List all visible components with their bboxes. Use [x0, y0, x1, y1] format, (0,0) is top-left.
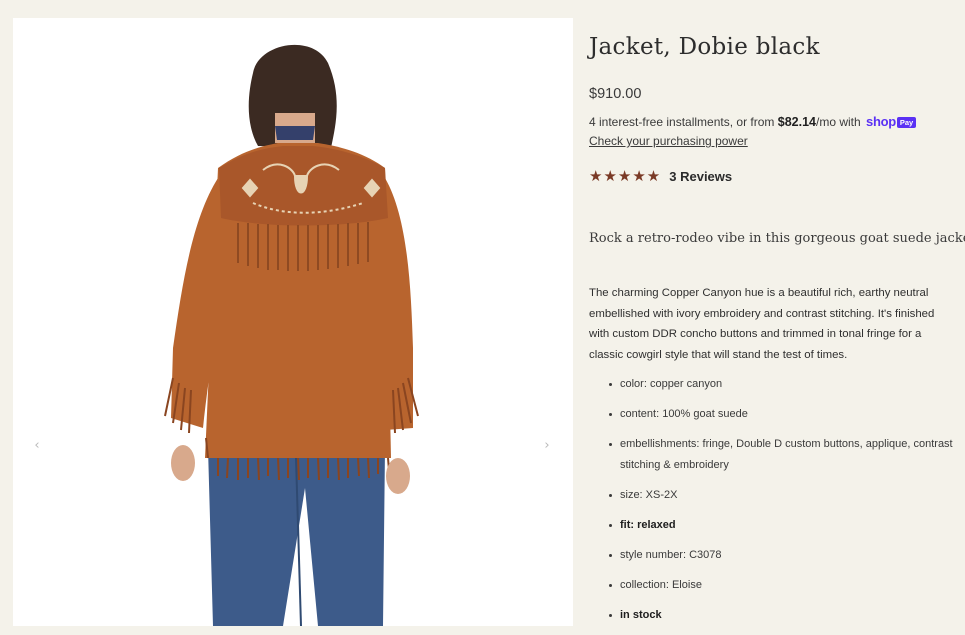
installments-suffix: /mo with	[815, 115, 861, 129]
gallery-prev-arrow-icon[interactable]: ‹	[27, 436, 47, 456]
product-title: Jacket, Dobie black	[589, 34, 820, 60]
product-specs-list: color: copper canyon content: 100% goat …	[589, 374, 959, 635]
product-image-gallery: ‹ ›	[13, 18, 573, 626]
shop-pay-logo: shop	[866, 114, 896, 129]
product-description: The charming Copper Canyon hue is a beau…	[589, 287, 935, 361]
reviews-link[interactable]: 3 Reviews	[669, 169, 732, 184]
spec-item-fit: fit: relaxed	[589, 515, 959, 536]
spec-item-collection: collection: Eloise	[589, 575, 959, 596]
installments-amount: $82.14	[777, 115, 816, 129]
installments-text: 4 interest-free installments, or from $8…	[589, 114, 917, 129]
spec-item-color: color: copper canyon	[589, 374, 959, 395]
product-tagline: Rock a retro-rodeo vibe in this gorgeous…	[589, 231, 965, 246]
spec-item-style-number: style number: C3078	[589, 545, 959, 566]
gallery-next-arrow-icon[interactable]: ›	[537, 436, 557, 456]
installments-prefix: 4 interest-free installments, or from	[589, 115, 775, 129]
spec-item-size: size: XS-2X	[589, 485, 959, 506]
product-photo	[164, 44, 419, 626]
shop-pay-badge: Pay	[896, 117, 917, 128]
rating-stars-icon: ★★★★★	[589, 167, 662, 185]
spec-item-content: content: 100% goat suede	[589, 404, 959, 425]
spec-item-embellishments: embellishments: fringe, Double D custom …	[589, 434, 959, 475]
product-rating: ★★★★★ 3 Reviews	[589, 167, 732, 185]
spec-item-stock-status: in stock	[589, 605, 959, 626]
product-price: $910.00	[589, 86, 642, 102]
check-purchasing-power-link[interactable]: Check your purchasing power	[589, 134, 748, 148]
